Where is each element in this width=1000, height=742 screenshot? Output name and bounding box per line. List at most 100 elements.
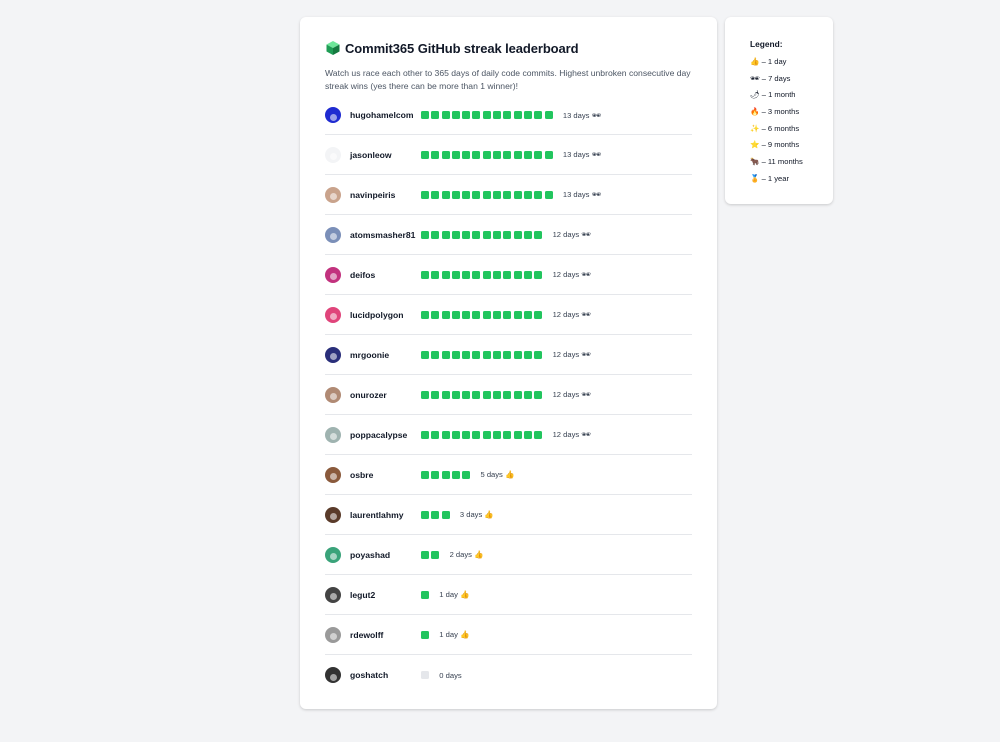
username-link[interactable]: hugohamelcom bbox=[350, 110, 421, 120]
streak-label: 1 day 👍 bbox=[439, 630, 470, 639]
username-link[interactable]: atomsmasher81 bbox=[350, 230, 421, 240]
leaderboard-row: rdewolff 1 day 👍 bbox=[325, 615, 692, 655]
streak-day-square bbox=[493, 310, 502, 319]
streak-day-square bbox=[493, 150, 502, 159]
avatar-face-icon bbox=[329, 513, 337, 520]
username-link[interactable]: poyashad bbox=[350, 550, 421, 560]
leaderboard-row: osbre 5 days 👍 bbox=[325, 455, 692, 495]
streak-day-square bbox=[421, 630, 429, 639]
streak-day-square bbox=[523, 111, 532, 119]
streak-day-square bbox=[451, 190, 460, 199]
avatar[interactable] bbox=[325, 346, 341, 363]
username-link[interactable]: legut2 bbox=[350, 590, 421, 600]
avatar-face-icon bbox=[329, 273, 337, 280]
streak-day-square bbox=[503, 430, 512, 439]
avatar-face-icon bbox=[329, 473, 337, 480]
streak-day-square bbox=[441, 510, 450, 519]
username-link[interactable]: onurozer bbox=[350, 390, 421, 400]
streak-day-square bbox=[482, 190, 491, 199]
streak-day-square bbox=[523, 430, 532, 439]
streak-day-square bbox=[472, 230, 481, 239]
legend-item: 🏅 – 1 year bbox=[750, 173, 790, 183]
streak-label: 2 days 👍 bbox=[449, 550, 484, 559]
legend-item: 👍 – 1 day bbox=[750, 57, 787, 66]
streak-day-square bbox=[431, 510, 440, 519]
avatar[interactable] bbox=[325, 626, 341, 643]
streak-label: 12 days 🕶 bbox=[552, 390, 591, 399]
streak-label: 3 days 👍 bbox=[459, 510, 494, 519]
streak-day-square bbox=[421, 310, 429, 319]
streak-day-square bbox=[503, 270, 512, 279]
streak-day-square bbox=[462, 430, 471, 439]
streak-day-square bbox=[544, 190, 553, 199]
streak-day-square bbox=[462, 390, 471, 399]
streak-day-square bbox=[493, 350, 502, 359]
streak-squares bbox=[421, 590, 431, 599]
streak-day-square bbox=[544, 111, 553, 119]
streak-day-square bbox=[441, 310, 450, 319]
streak-squares bbox=[421, 671, 431, 679]
username-link[interactable]: deifos bbox=[350, 270, 421, 280]
streak-squares bbox=[421, 430, 545, 439]
avatar[interactable] bbox=[325, 107, 341, 123]
streak-day-square bbox=[421, 550, 429, 559]
legend-item: 🐂 – 11 months bbox=[750, 157, 803, 167]
leaderboard-row: atomsmasher81 12 days 🕶 bbox=[325, 215, 692, 255]
streak-day-square bbox=[503, 111, 512, 119]
avatar[interactable] bbox=[325, 306, 341, 323]
avatar[interactable] bbox=[325, 667, 341, 683]
streak-day-square bbox=[513, 350, 522, 359]
avatar-face-icon bbox=[329, 193, 337, 200]
streak-day-square bbox=[513, 190, 522, 199]
streak-squares bbox=[421, 350, 545, 359]
streak-day-square bbox=[472, 190, 481, 199]
avatar[interactable] bbox=[325, 186, 341, 203]
leaderboard-row: jasonleow 13 days 🕶 bbox=[325, 135, 692, 175]
username-link[interactable]: lucidpolygon bbox=[350, 310, 421, 320]
streak-day-square bbox=[462, 111, 471, 119]
username-link[interactable]: navinpeiris bbox=[350, 190, 421, 200]
streak-day-square bbox=[431, 310, 440, 319]
streak-day-square bbox=[493, 270, 502, 279]
streak-label: 0 days bbox=[439, 670, 462, 680]
streak-day-square bbox=[421, 470, 429, 479]
avatar[interactable] bbox=[325, 226, 341, 243]
streak-day-square bbox=[451, 350, 460, 359]
avatar[interactable] bbox=[325, 266, 341, 283]
streak-day-square bbox=[503, 190, 512, 199]
avatar[interactable] bbox=[325, 586, 341, 603]
streak-day-square bbox=[421, 150, 429, 159]
username-link[interactable]: goshatch bbox=[350, 670, 421, 680]
streak-day-square bbox=[441, 230, 450, 239]
streak-day-square bbox=[431, 390, 440, 399]
avatar[interactable] bbox=[325, 546, 341, 563]
avatar[interactable] bbox=[325, 506, 341, 523]
username-link[interactable]: mrgoonie bbox=[350, 350, 421, 360]
username-link[interactable]: osbre bbox=[350, 470, 421, 480]
username-link[interactable]: laurentlahmy bbox=[350, 510, 421, 520]
streak-day-square bbox=[431, 470, 440, 479]
streak-label: 12 days 🕶 bbox=[552, 270, 591, 279]
avatar[interactable] bbox=[325, 386, 341, 403]
streak-day-square bbox=[493, 190, 502, 199]
avatar[interactable] bbox=[325, 466, 341, 483]
legend-item: 🔥 – 3 months bbox=[750, 107, 800, 117]
avatar-face-icon bbox=[329, 633, 337, 640]
avatar[interactable] bbox=[325, 426, 341, 443]
username-link[interactable]: jasonleow bbox=[350, 150, 421, 160]
page-title: Commit365 GitHub streak leaderboard bbox=[345, 40, 579, 56]
leaderboard-row: deifos 12 days 🕶 bbox=[325, 255, 692, 295]
streak-day-square bbox=[513, 390, 522, 399]
avatar-face-icon bbox=[329, 553, 337, 560]
username-link[interactable]: poppacalypse bbox=[350, 430, 421, 440]
streak-day-square bbox=[503, 390, 512, 399]
username-link[interactable]: rdewolff bbox=[350, 630, 421, 640]
streak-day-square bbox=[534, 150, 543, 159]
leaderboard-row: hugohamelcom 13 days 🕶 bbox=[325, 96, 692, 135]
streak-day-square bbox=[421, 430, 429, 439]
streak-squares bbox=[421, 310, 545, 319]
streak-squares bbox=[421, 510, 452, 519]
avatar-face-icon bbox=[329, 353, 337, 360]
avatar[interactable] bbox=[325, 146, 341, 163]
streak-day-square bbox=[441, 350, 450, 359]
